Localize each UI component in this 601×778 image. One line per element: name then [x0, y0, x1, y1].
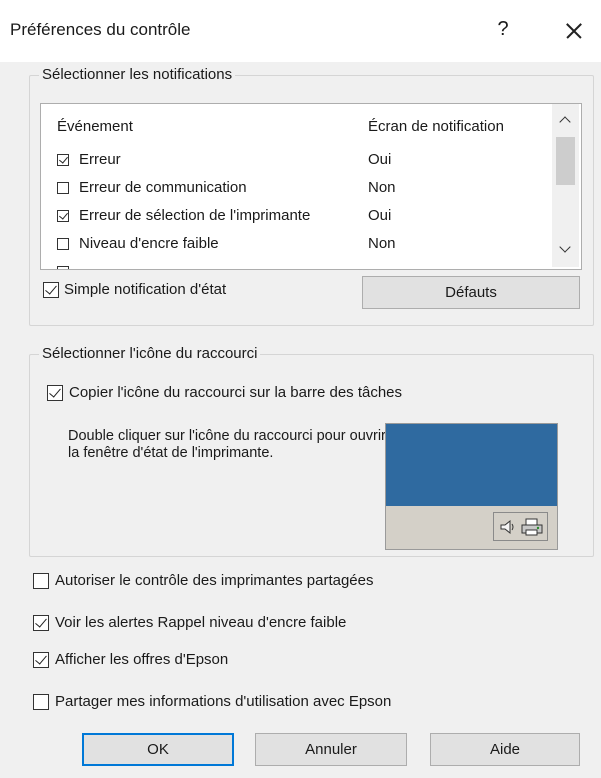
notifications-list[interactable]: Événement Écran de notification Erreur O…	[40, 103, 582, 270]
column-header-notification-screen[interactable]: Écran de notification	[368, 118, 504, 135]
simple-notification-checkbox[interactable]	[43, 282, 59, 298]
event-checkbox[interactable]	[57, 154, 69, 166]
event-screen-value: Oui	[368, 151, 392, 168]
scroll-down-icon[interactable]	[552, 237, 579, 267]
event-checkbox[interactable]	[57, 266, 69, 269]
event-screen-value: Non	[368, 179, 396, 196]
event-name: Erreur	[79, 151, 121, 168]
taskbar-preview	[385, 423, 558, 550]
event-name: Erreur de communication	[79, 179, 247, 196]
title-bar: Préférences du contrôle ?	[0, 0, 601, 62]
cancel-button[interactable]: Annuler	[255, 733, 407, 766]
share-usage-info-checkbox[interactable]	[33, 694, 49, 710]
notifications-group-label: Sélectionner les notifications	[39, 66, 236, 83]
list-item[interactable]: Erreur de communication Non	[57, 177, 557, 203]
list-item[interactable]: Niveau d'encre faible Non	[57, 233, 557, 259]
ok-button[interactable]: OK	[82, 733, 234, 766]
event-screen-value: Oui	[368, 207, 392, 224]
option-label: Autoriser le contrôle des imprimantes pa…	[55, 572, 374, 589]
copy-shortcut-checkbox[interactable]	[47, 385, 63, 401]
option-label: Voir les alertes Rappel niveau d'encre f…	[55, 614, 347, 631]
event-checkbox[interactable]	[57, 210, 69, 222]
copy-shortcut-label: Copier l'icône du raccourci sur la barre…	[69, 384, 403, 401]
event-screen-value: Non	[368, 235, 396, 252]
list-item[interactable]: Erreur Oui	[57, 149, 557, 175]
event-checkbox[interactable]	[57, 182, 69, 194]
printer-icon[interactable]	[521, 518, 543, 536]
preview-desktop-area	[386, 424, 557, 506]
low-ink-alerts-checkbox[interactable]	[33, 615, 49, 631]
allow-shared-printers-checkbox[interactable]	[33, 573, 49, 589]
list-item[interactable]: Erreur de sélection de l'imprimante Oui	[57, 205, 557, 231]
close-icon[interactable]	[556, 14, 590, 48]
event-checkbox[interactable]	[57, 238, 69, 250]
defaults-button[interactable]: Défauts	[362, 276, 580, 309]
scroll-up-icon[interactable]	[552, 104, 579, 134]
simple-notification-label: Simple notification d'état	[64, 281, 227, 298]
help-button[interactable]: Aide	[430, 733, 580, 766]
column-header-event[interactable]: Événement	[57, 118, 133, 135]
list-item-partial[interactable]	[57, 261, 557, 269]
option-label: Partager mes informations d'utilisation …	[55, 693, 392, 710]
monitoring-preferences-dialog: Préférences du contrôle ? Sélectionner l…	[0, 0, 601, 778]
option-label: Afficher les offres d'Epson	[55, 651, 229, 668]
scroll-thumb[interactable]	[556, 137, 575, 185]
event-name: Erreur de sélection de l'imprimante	[79, 207, 311, 224]
event-name: Niveau d'encre faible	[79, 235, 219, 252]
epson-offers-checkbox[interactable]	[33, 652, 49, 668]
speaker-icon	[500, 520, 514, 534]
window-title: Préférences du contrôle	[10, 20, 191, 39]
list-scrollbar[interactable]	[552, 104, 579, 267]
help-icon[interactable]: ?	[489, 18, 517, 41]
system-tray	[493, 512, 548, 541]
shortcut-description: Double cliquer sur l'icône du raccourci …	[68, 428, 386, 461]
shortcut-group-label: Sélectionner l'icône du raccourci	[39, 345, 261, 362]
